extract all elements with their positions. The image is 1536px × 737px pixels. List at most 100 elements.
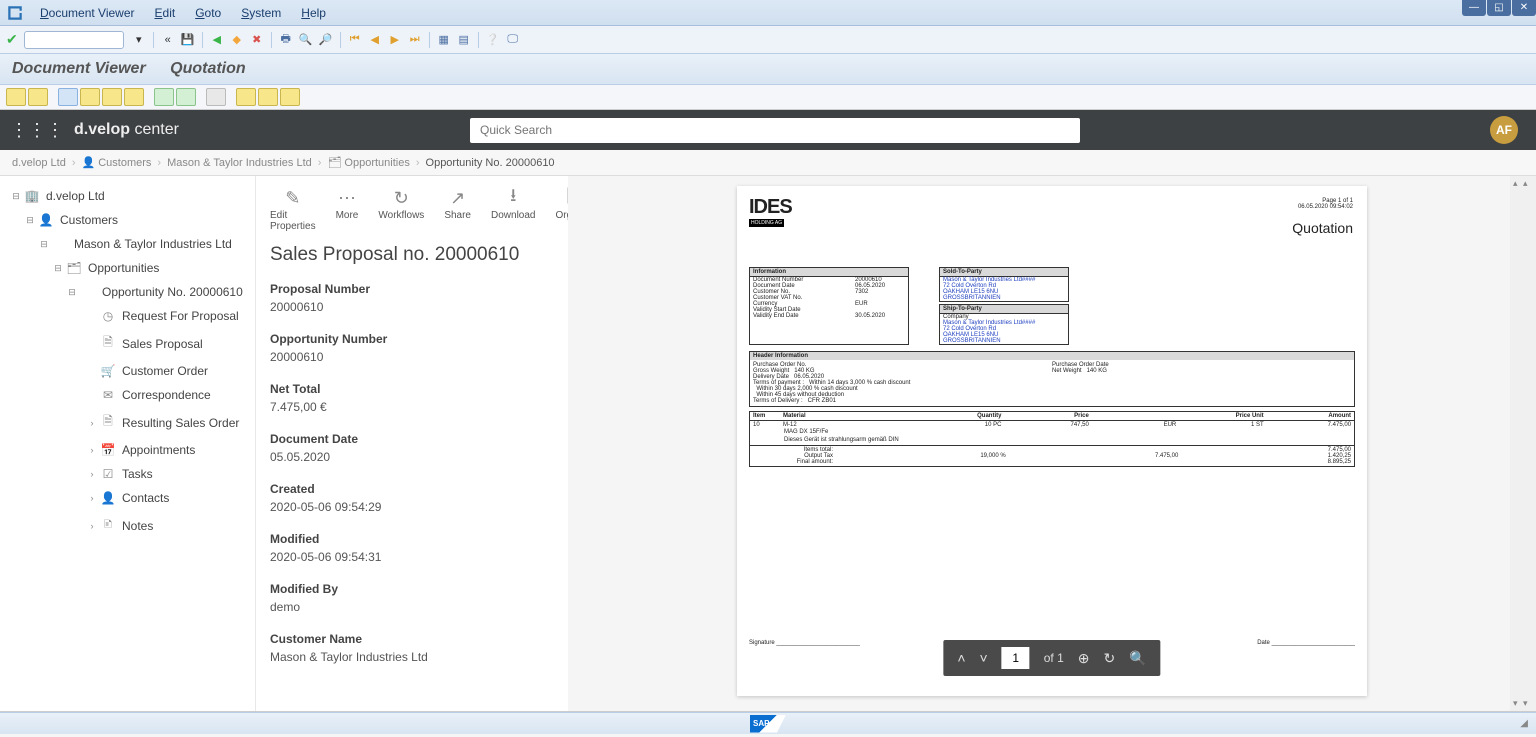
tool-organize[interactable]: 🗐Organize	[555, 186, 568, 232]
tb-icon-3[interactable]	[58, 88, 78, 106]
status-ok-icon: ✔	[6, 31, 18, 48]
tree-node[interactable]: ›📅Appointments	[6, 438, 249, 462]
first-page-icon[interactable]: ⏮	[346, 31, 364, 49]
tb-icon-5[interactable]	[102, 88, 122, 106]
pdf-refresh-icon[interactable]: ↻	[1103, 650, 1115, 667]
field-value: Mason & Taylor Industries Ltd	[270, 650, 554, 664]
prop-field: Proposal Number20000610	[270, 282, 554, 314]
tree-label: d.velop Ltd	[46, 189, 105, 203]
icon-toolbar	[0, 85, 1536, 110]
expander-icon[interactable]: ›	[86, 418, 98, 428]
tb-icon-10[interactable]	[236, 88, 256, 106]
last-page-icon[interactable]: ⏭	[406, 31, 424, 49]
breadcrumb-company[interactable]: Mason & Taylor Industries Ltd	[167, 157, 312, 169]
edit-properties-icon: ✎	[285, 186, 300, 210]
menu-document-viewer[interactable]: Document Viewer	[30, 2, 145, 24]
next-page-icon[interactable]: ▶	[386, 31, 404, 49]
tool-more[interactable]: ⋯More	[336, 186, 359, 232]
expander-icon[interactable]: ⊟	[52, 263, 64, 274]
user-avatar[interactable]: AF	[1490, 116, 1518, 144]
tree-node[interactable]: ›☑Tasks	[6, 462, 249, 486]
more-icon: ⋯	[338, 186, 356, 210]
dropdown-icon[interactable]: ▾	[130, 31, 148, 49]
window-close[interactable]: ✕	[1512, 0, 1536, 16]
expander-icon[interactable]: ⊟	[38, 239, 50, 250]
signature-label: Signature _________________________	[749, 640, 860, 646]
tree-node[interactable]: 🛒Customer Order	[6, 359, 249, 383]
tb-icon-1[interactable]	[6, 88, 26, 106]
tb-icon-4[interactable]	[80, 88, 100, 106]
find-next-icon[interactable]: 🔎	[317, 31, 335, 49]
tree-node[interactable]: ›👤Contacts	[6, 486, 249, 510]
field-label: Modified	[270, 532, 554, 546]
back-nav-icon[interactable]: «	[159, 31, 177, 49]
resize-grip-icon: ◢	[1520, 718, 1528, 729]
preview-scrollbar-inner[interactable]	[1510, 176, 1520, 711]
quick-search-input[interactable]	[470, 118, 1080, 143]
tree-node[interactable]: ⊟👤Customers	[6, 208, 249, 232]
pdf-page-input[interactable]	[1002, 647, 1030, 669]
expander-icon[interactable]: ›	[86, 445, 98, 455]
prev-page-icon[interactable]: ◀	[366, 31, 384, 49]
tree-node[interactable]: ◷Request For Proposal	[6, 304, 249, 328]
tree-node[interactable]: ⊟🗂Opportunities	[6, 256, 249, 280]
field-value: 05.05.2020	[270, 450, 554, 464]
window-minimize[interactable]: —	[1462, 0, 1486, 16]
menu-goto[interactable]: Goto	[185, 2, 231, 24]
tree-node[interactable]: ›🗈Notes	[6, 510, 249, 541]
find-icon[interactable]: 🔍	[297, 31, 315, 49]
new-session-icon[interactable]: ▦	[435, 31, 453, 49]
expander-icon[interactable]: ⊟	[24, 215, 36, 226]
tree-node[interactable]: ⊟🏢d.velop Ltd	[6, 184, 249, 208]
page-title: Sales Proposal no. 20000610	[270, 244, 554, 266]
tool-share[interactable]: ↗Share	[444, 186, 471, 232]
pdf-zoomout-icon[interactable]: 🔍	[1129, 650, 1146, 667]
expander-icon[interactable]: ⊟	[66, 287, 78, 298]
expander-icon[interactable]: ›	[86, 469, 98, 479]
preview-scrollbar[interactable]	[1520, 176, 1536, 711]
tree-node[interactable]: 🗎Sales Proposal	[6, 328, 249, 359]
tool-label: Workflows	[378, 210, 424, 221]
clock-icon: ◷	[100, 309, 116, 323]
print-icon[interactable]: 🖶	[277, 31, 295, 49]
tb-icon-2[interactable]	[28, 88, 48, 106]
sap-logo: SAP	[750, 715, 786, 733]
command-input[interactable]	[24, 31, 124, 49]
menu-help[interactable]: Help	[291, 2, 336, 24]
cancel-icon[interactable]: ✖	[248, 31, 266, 49]
tb-icon-9[interactable]	[206, 88, 226, 106]
back-icon[interactable]: ◀	[208, 31, 226, 49]
tb-icon-6[interactable]	[124, 88, 144, 106]
tree-node[interactable]: ⊟Mason & Taylor Industries Ltd	[6, 232, 249, 256]
tool-edit-properties[interactable]: ✎Edit Properties	[270, 186, 316, 232]
tool-workflows[interactable]: ↻Workflows	[378, 186, 424, 232]
tb-icon-11[interactable]	[258, 88, 278, 106]
pdf-zoomin-icon[interactable]: ⊕	[1078, 650, 1090, 667]
tb-icon-12[interactable]	[280, 88, 300, 106]
help-icon[interactable]: ❔	[484, 31, 502, 49]
pdf-next-icon[interactable]: ˅	[980, 650, 988, 666]
layout-icon[interactable]: ▤	[455, 31, 473, 49]
save-icon[interactable]: 💾	[179, 31, 197, 49]
menu-system[interactable]: System	[231, 2, 291, 24]
app-grid-icon[interactable]: ⋮⋮⋮	[10, 120, 64, 141]
expander-icon[interactable]: ›	[86, 493, 98, 503]
tool-download[interactable]: ⭳Download	[491, 186, 535, 232]
expander-icon[interactable]: ⊟	[10, 191, 22, 202]
tb-icon-7[interactable]	[154, 88, 174, 106]
exit-icon[interactable]: ◆	[228, 31, 246, 49]
window-maximize[interactable]: ◱	[1487, 0, 1511, 16]
breadcrumb-customers[interactable]: Customers	[98, 157, 151, 169]
tree-label: Correspondence	[122, 388, 211, 402]
local-layout-icon[interactable]: 🖵	[504, 31, 522, 49]
tree-node[interactable]: ✉Correspondence	[6, 383, 249, 407]
breadcrumb-dvelop[interactable]: d.velop Ltd	[12, 157, 66, 169]
tree-node[interactable]: ⊟Opportunity No. 20000610	[6, 280, 249, 304]
tb-icon-8[interactable]	[176, 88, 196, 106]
menu-edit[interactable]: Edit	[145, 2, 186, 24]
breadcrumb-opportunities[interactable]: Opportunities	[344, 157, 409, 169]
expander-icon[interactable]: ›	[86, 521, 98, 531]
dvelop-logo: d.velop center	[74, 121, 179, 139]
tree-node[interactable]: ›🗎Resulting Sales Order	[6, 407, 249, 438]
pdf-prev-icon[interactable]: ˄	[957, 650, 965, 666]
